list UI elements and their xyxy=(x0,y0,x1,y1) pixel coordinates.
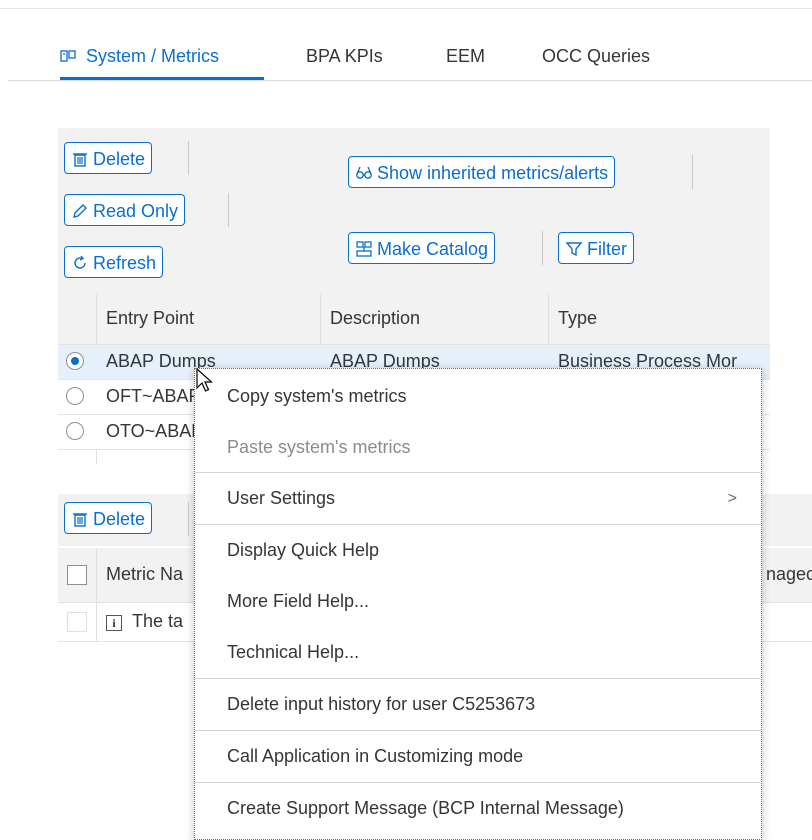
read-only-button[interactable]: Read Only xyxy=(64,194,186,226)
row-radio[interactable] xyxy=(66,387,84,405)
toolbar-separator xyxy=(188,141,189,175)
trash-icon xyxy=(73,153,87,167)
pencil-icon xyxy=(73,204,87,218)
tab-eem[interactable]: EEM xyxy=(446,46,485,67)
select-all-checkbox[interactable] xyxy=(67,565,87,585)
table-header: Entry Point Description Type xyxy=(58,294,770,345)
menu-item-label: Paste system's metrics xyxy=(227,437,411,457)
menu-item-label: Call Application in Customizing mode xyxy=(227,746,524,766)
menu-item-support-message[interactable]: Create Support Message (BCP Internal Mes… xyxy=(195,782,761,833)
filter-label: Filter xyxy=(587,239,627,259)
tab-occ-queries[interactable]: OCC Queries xyxy=(542,46,650,67)
column-header-entry-point[interactable]: Entry Point xyxy=(106,308,194,329)
toolbar-separator xyxy=(228,193,229,227)
toolbar-separator xyxy=(692,155,693,189)
menu-item-label: Delete input history for user C5253673 xyxy=(227,694,536,714)
info-text: The ta xyxy=(132,611,184,631)
menu-item-label: User Settings xyxy=(227,488,336,508)
menu-item-label: Display Quick Help xyxy=(227,540,380,560)
mouse-pointer-icon xyxy=(196,368,214,392)
delete-label: Delete xyxy=(93,509,146,529)
tab-label: BPA KPIs xyxy=(306,46,383,66)
refresh-label: Refresh xyxy=(93,253,157,273)
refresh-button[interactable]: Refresh xyxy=(64,246,164,278)
tab-label: OCC Queries xyxy=(542,46,651,66)
delete-button[interactable]: Delete xyxy=(64,142,153,174)
trash-icon xyxy=(73,513,87,527)
tab-bpa-kpis[interactable]: BPA KPIs xyxy=(306,46,383,67)
menu-item-paste-metrics: Paste system's metrics xyxy=(195,422,761,473)
make-catalog-button[interactable]: Make Catalog xyxy=(348,232,496,264)
row-radio[interactable] xyxy=(66,352,84,370)
column-divider xyxy=(96,548,97,602)
menu-item-label: Technical Help... xyxy=(227,642,360,662)
tab-label: EEM xyxy=(446,46,486,66)
menu-item-quick-help[interactable]: Display Quick Help xyxy=(195,524,761,575)
metric-delete-button[interactable]: Delete xyxy=(64,502,153,534)
menu-item-label: Create Support Message (BCP Internal Mes… xyxy=(227,798,624,818)
column-header-metric-name[interactable]: Metric Na xyxy=(106,564,183,585)
menu-item-customizing-mode[interactable]: Call Application in Customizing mode xyxy=(195,730,761,781)
info-message: i The ta xyxy=(106,611,183,632)
menu-item-technical-help[interactable]: Technical Help... xyxy=(195,627,761,678)
menu-item-copy-metrics[interactable]: Copy system's metrics xyxy=(195,371,761,422)
delete-label: Delete xyxy=(93,149,146,169)
menu-item-user-settings[interactable]: User Settings > xyxy=(195,472,761,523)
menu-item-delete-input-history[interactable]: Delete input history for user C5253673 xyxy=(195,678,761,729)
column-header-managed[interactable]: nagec xyxy=(766,564,812,585)
column-divider xyxy=(96,603,97,641)
show-inherited-label: Show inherited metrics/alerts xyxy=(377,163,609,183)
toolbar-separator xyxy=(542,231,543,265)
show-inherited-button[interactable]: Show inherited metrics/alerts xyxy=(348,156,616,188)
menu-item-label: Copy system's metrics xyxy=(227,386,407,406)
make-catalog-label: Make Catalog xyxy=(377,239,489,259)
tab-bar: System / Metrics BPA KPIs EEM OCC Querie… xyxy=(8,40,812,81)
glasses-icon xyxy=(356,166,372,179)
filter-button[interactable]: Filter xyxy=(558,232,634,264)
submenu-arrow-icon: > xyxy=(727,490,737,507)
info-icon: i xyxy=(106,615,122,631)
refresh-icon xyxy=(74,255,86,269)
toolbar-separator xyxy=(188,502,189,536)
read-only-label: Read Only xyxy=(93,201,179,221)
system-metrics-icon xyxy=(60,50,76,62)
menu-item-label: More Field Help... xyxy=(227,591,370,611)
row-radio[interactable] xyxy=(66,422,84,440)
column-header-type[interactable]: Type xyxy=(558,308,597,329)
row-checkbox xyxy=(67,612,87,632)
context-menu: Copy system's metrics Paste system's met… xyxy=(194,368,762,840)
top-divider xyxy=(0,8,812,9)
catalog-icon xyxy=(356,241,372,257)
column-header-description[interactable]: Description xyxy=(330,308,420,329)
menu-item-field-help[interactable]: More Field Help... xyxy=(195,576,761,627)
tab-label: System / Metrics xyxy=(86,46,220,66)
filter-icon xyxy=(565,242,583,257)
tab-system-metrics[interactable]: System / Metrics xyxy=(60,46,219,67)
active-tab-indicator xyxy=(60,77,264,80)
entry-toolbar: Delete Read Only Refresh Show inherited … xyxy=(58,128,770,294)
